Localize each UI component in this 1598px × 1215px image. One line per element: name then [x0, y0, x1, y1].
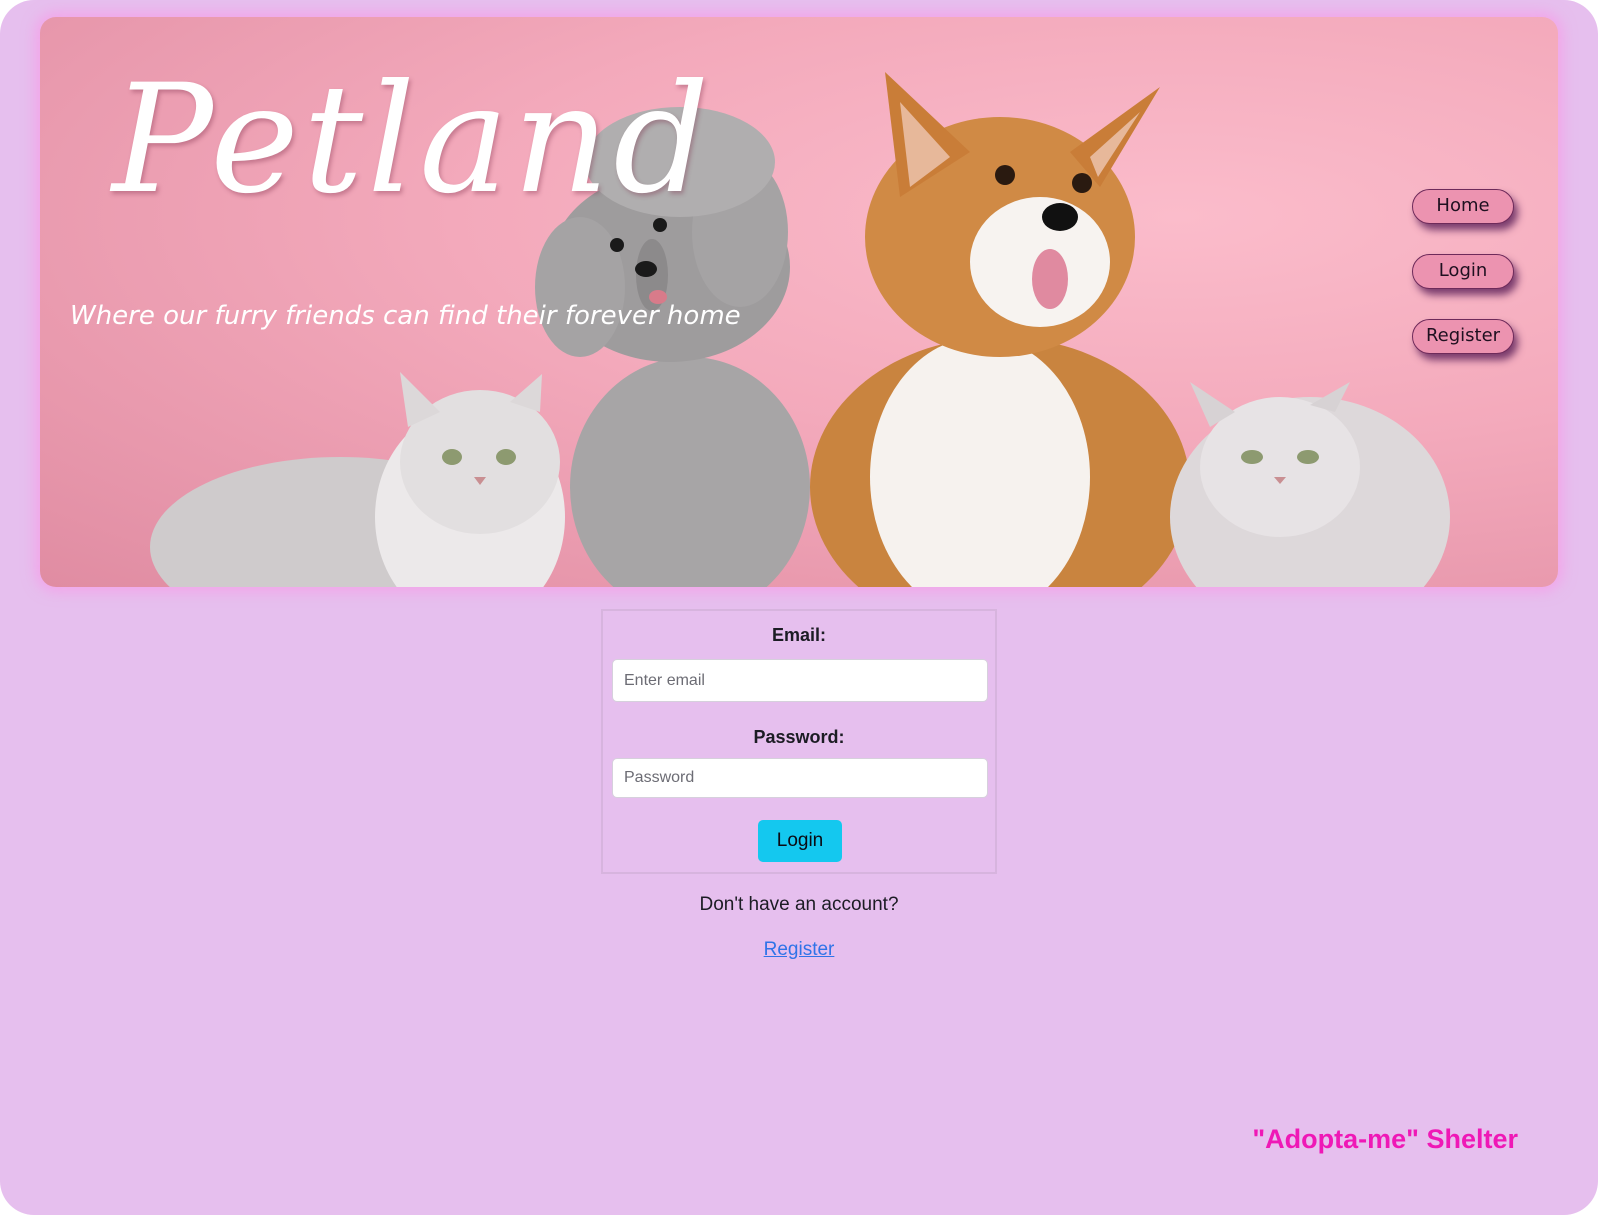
no-account-text: Don't have an account? [699, 894, 899, 915]
email-label: Email: [771, 625, 827, 645]
login-form: Email: Password: Login [601, 609, 997, 874]
password-label: Password: [753, 727, 845, 747]
login-submit-button[interactable]: Login [758, 820, 842, 862]
register-link-container: Register [0, 939, 1598, 961]
right-cat-illustration [1170, 382, 1450, 587]
corgi-illustration [810, 72, 1190, 587]
page: Petland Where our furry friends can find… [0, 0, 1598, 1215]
password-field[interactable] [612, 758, 988, 798]
nav-login-button[interactable]: Login [1412, 254, 1514, 289]
register-link[interactable]: Register [764, 939, 835, 960]
email-field[interactable] [612, 659, 988, 702]
nav-home-button[interactable]: Home [1412, 189, 1514, 224]
nav-register-button[interactable]: Register [1412, 319, 1514, 354]
left-cat-illustration [150, 372, 565, 587]
hero-banner: Petland Where our furry friends can find… [40, 17, 1558, 587]
main-nav: Home Login Register [1412, 189, 1514, 384]
tagline: Where our furry friends can find their f… [70, 301, 741, 331]
shelter-name: "Adopta-me" Shelter [1252, 1124, 1518, 1154]
brand-title: Petland [112, 53, 714, 227]
